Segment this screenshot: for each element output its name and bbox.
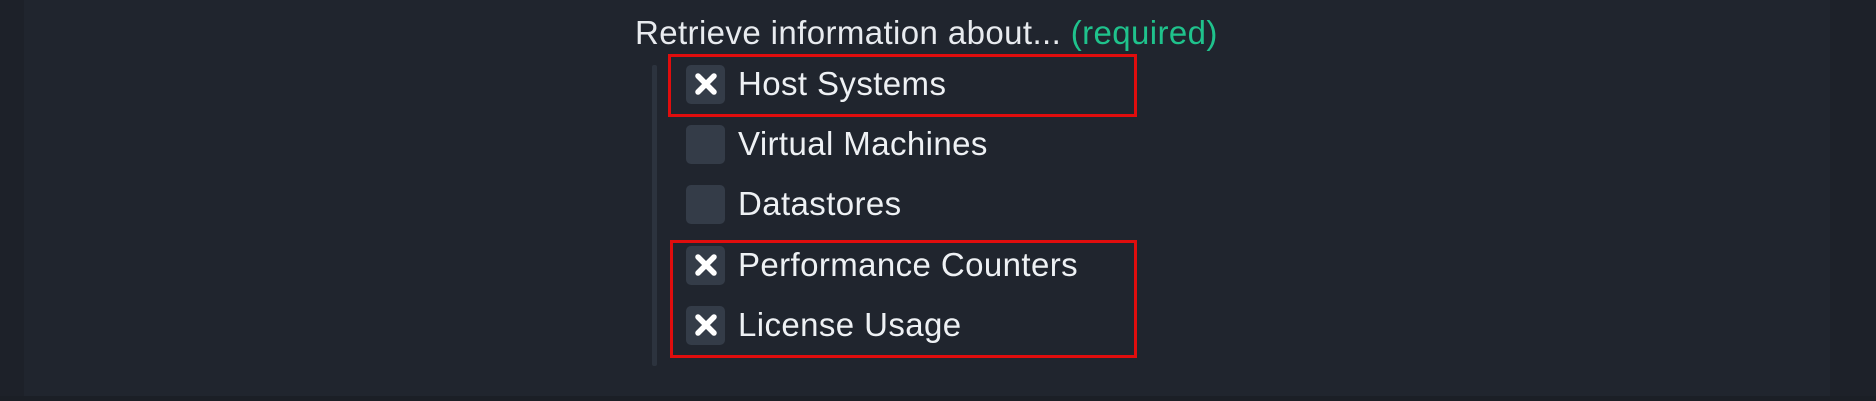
option-performance-counters[interactable]: Performance Counters [686,245,1078,285]
datastores-label: Datastores [738,185,902,222]
field-title: Retrieve information about... (required) [635,10,1218,56]
license-usage-label: License Usage [738,306,962,343]
option-virtual-machines[interactable]: Virtual Machines [686,124,988,164]
option-datastores[interactable]: Datastores [686,184,902,224]
required-tag: (required) [1070,14,1218,51]
virtual-machines-checkbox[interactable] [686,124,725,164]
x-mark-icon [694,254,717,276]
datastores-checkbox[interactable] [686,184,725,224]
option-license-usage[interactable]: License Usage [686,305,962,345]
performance-counters-checkbox[interactable] [686,245,725,285]
x-mark-icon [694,314,717,336]
host-systems-label: Host Systems [738,65,947,102]
license-usage-checkbox[interactable] [686,305,725,345]
field-label: Retrieve information about... [635,14,1062,51]
bottom-panel-edge [0,396,1876,401]
x-mark-icon [694,73,717,95]
options-group-bar [652,65,657,366]
right-panel-edge [1830,0,1876,401]
option-host-systems[interactable]: Host Systems [686,64,946,104]
left-panel-edge [0,0,24,401]
host-systems-checkbox[interactable] [686,64,725,104]
performance-counters-label: Performance Counters [738,246,1078,283]
virtual-machines-label: Virtual Machines [738,125,988,162]
